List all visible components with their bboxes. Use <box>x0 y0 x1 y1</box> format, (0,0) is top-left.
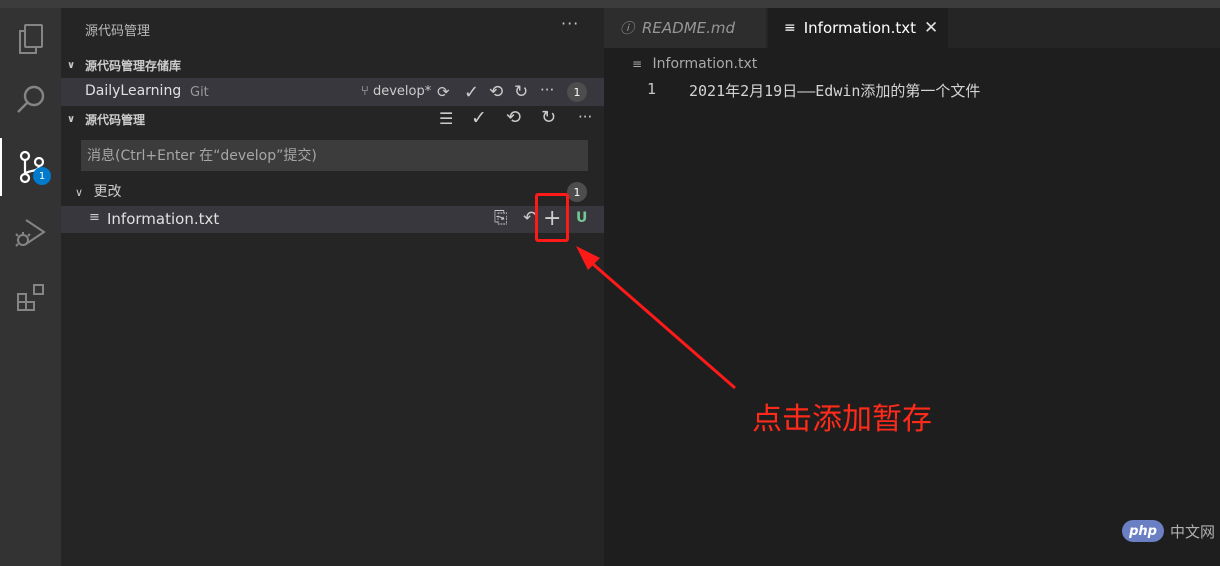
scm-section-header[interactable]: ∨ 源代码管理 <box>61 108 604 130</box>
commit-message-input[interactable] <box>81 140 588 171</box>
sync-icon[interactable]: ⟳ <box>437 83 450 101</box>
tab-label: README.md <box>642 19 736 37</box>
window-top-bar <box>0 0 1220 8</box>
repo-more-icon[interactable]: ··· <box>540 81 554 99</box>
chevron-down-icon: ∨ <box>75 186 84 199</box>
refresh-icon[interactable]: ↻ <box>514 82 528 102</box>
repo-count-badge: 1 <box>567 82 587 102</box>
repo-row[interactable]: DailyLearning Git ⑂ develop* ⟳ ✓ ⟲ ↻ ···… <box>61 78 604 106</box>
tab-information[interactable]: ≡ Information.txt ✕ <box>768 8 948 48</box>
repo-name: DailyLearning <box>85 83 182 99</box>
changes-group-header[interactable]: ∨ 更改 <box>75 181 122 201</box>
changed-file-name: Information.txt <box>107 210 220 228</box>
changes-label: 更改 <box>93 184 122 200</box>
tab-readme[interactable]: ⓘ README.md <box>604 8 766 48</box>
branch-button[interactable]: ⑂ develop* <box>361 84 431 99</box>
changes-count-badge: 1 <box>567 182 587 202</box>
view-as-tree-icon[interactable]: ☰ <box>439 109 453 128</box>
watermark-text: 中文网 <box>1170 522 1216 541</box>
watermark: php 中文网 <box>1122 520 1215 542</box>
info-icon: ⓘ <box>620 21 634 37</box>
editor-area: ⓘ README.md ≡ Information.txt ✕ ≡ Inform… <box>604 8 1220 566</box>
text-file-icon: ≡ <box>632 57 643 71</box>
untracked-status-badge: U <box>576 210 588 226</box>
annotation-text: 点击添加暂存 <box>752 402 932 437</box>
chevron-down-icon: ∨ <box>67 59 76 71</box>
chevron-down-icon: ∨ <box>67 113 76 125</box>
activity-bar: 1 <box>0 8 61 566</box>
explorer-icon[interactable] <box>0 10 61 68</box>
source-control-icon[interactable]: 1 <box>0 138 61 196</box>
open-file-icon[interactable]: ⎘ <box>494 208 508 228</box>
close-icon[interactable]: ✕ <box>924 18 938 38</box>
repo-type: Git <box>190 85 209 100</box>
line-number: 1 <box>647 80 657 98</box>
branch-label: develop* <box>372 84 432 99</box>
history-icon[interactable]: ⟲ <box>489 82 503 102</box>
scm-more-icon[interactable]: ··· <box>578 108 592 126</box>
branch-icon: ⑂ <box>361 84 369 99</box>
breadcrumb-file: Information.txt <box>652 56 758 72</box>
tab-bar: ⓘ README.md ≡ Information.txt ✕ <box>604 8 1220 48</box>
history-icon[interactable]: ⟲ <box>506 107 521 128</box>
extensions-icon[interactable] <box>0 268 61 326</box>
search-icon[interactable] <box>0 71 61 129</box>
tab-label: Information.txt <box>803 19 916 37</box>
scm-section-title: 源代码管理 <box>85 112 146 127</box>
stage-highlight-box <box>535 193 569 242</box>
breadcrumb[interactable]: ≡ Information.txt <box>632 56 757 72</box>
refresh-icon[interactable]: ↻ <box>541 107 556 128</box>
code-line[interactable]: 2021年2月19日——Edwin添加的第一个文件 <box>689 80 980 101</box>
sidebar-more-button[interactable]: ··· <box>561 14 579 33</box>
text-file-icon: ≡ <box>89 210 100 225</box>
changed-file-row[interactable]: ≡ Information.txt ⎘ ↶ + U <box>61 206 604 233</box>
commit-check-icon[interactable]: ✓ <box>464 82 479 103</box>
run-debug-icon[interactable] <box>0 204 61 262</box>
commit-check-icon[interactable]: ✓ <box>471 107 487 129</box>
repos-section-header[interactable]: ∨ 源代码管理存储库 <box>61 54 604 76</box>
php-logo: php <box>1122 520 1164 542</box>
text-file-icon: ≡ <box>784 20 796 36</box>
repos-section-title: 源代码管理存储库 <box>85 58 182 73</box>
sidebar-title: 源代码管理 <box>85 24 151 39</box>
scm-sidebar: 源代码管理 ··· ∨ 源代码管理存储库 DailyLearning Git ⑂… <box>61 8 604 566</box>
scm-badge: 1 <box>33 167 51 185</box>
